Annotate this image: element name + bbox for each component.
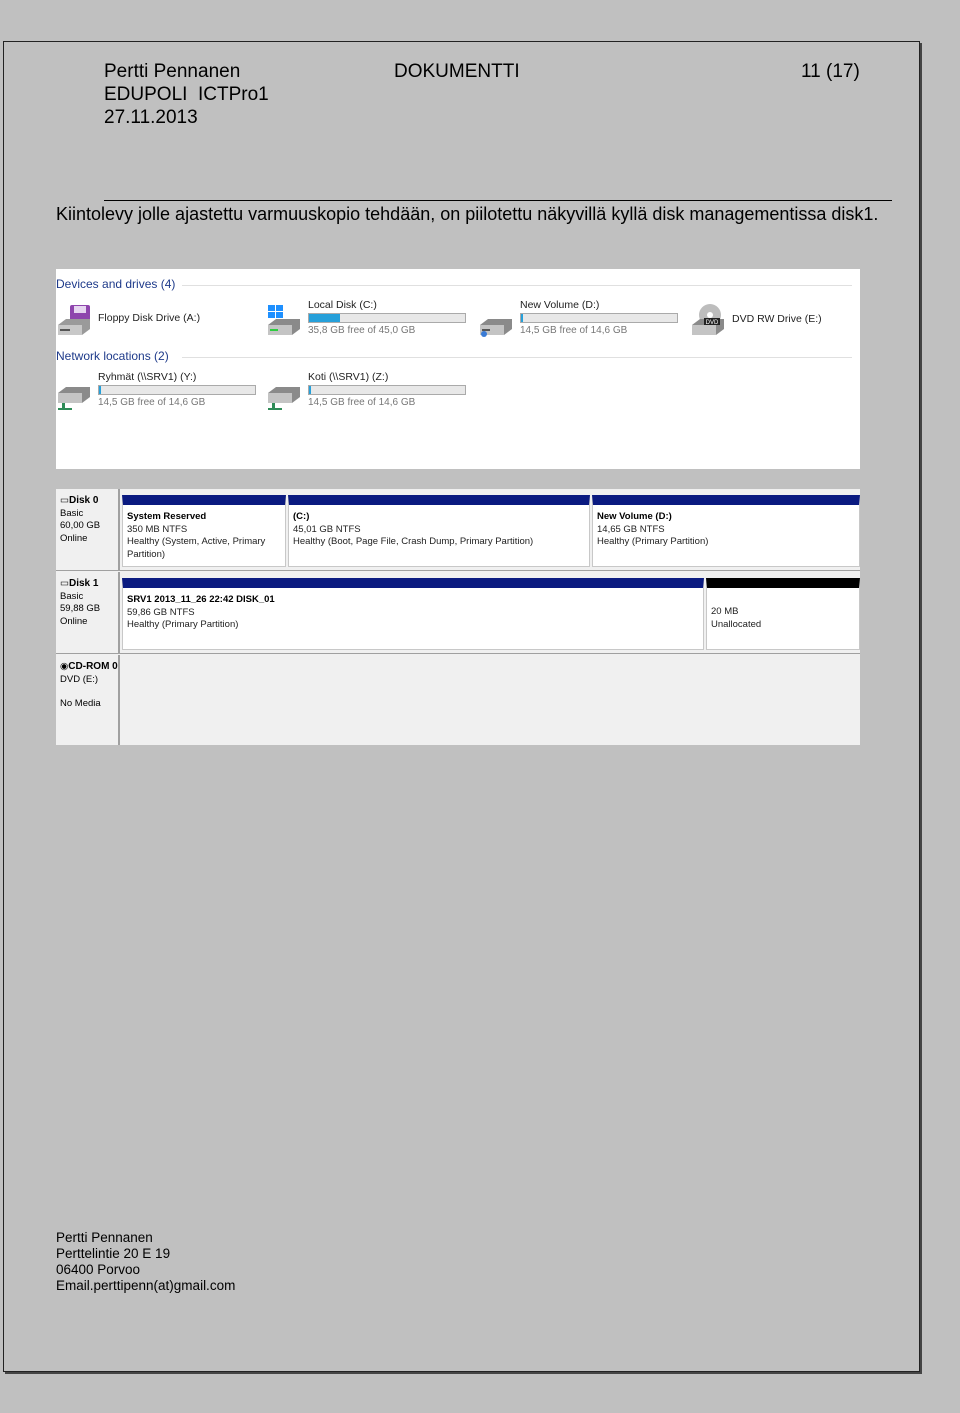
partition-status: Healthy (Primary Partition) <box>597 536 709 547</box>
network-drive-icon <box>268 387 300 410</box>
network-drive-z[interactable]: Koti (\\SRV1) (Z:) 14,5 GB free of 14,6 … <box>266 371 476 415</box>
partition-c[interactable]: (C:) 45,01 GB NTFS Healthy (Boot, Page F… <box>288 495 590 567</box>
header-org: EDUPOLI ICTPro1 <box>104 84 269 105</box>
footer-email: Email.perttipenn(at)gmail.com <box>56 1278 236 1293</box>
header-author: Pertti Pennanen <box>104 61 241 82</box>
partition-status: Healthy (Boot, Page File, Crash Dump, Pr… <box>293 536 534 547</box>
disk-info-0: ▭Disk 0 Basic 60,00 GB Online <box>56 489 120 570</box>
drive-free-space: 35,8 GB free of 45,0 GB <box>308 325 416 336</box>
partition-size: 59,86 GB NTFS <box>127 606 195 618</box>
partition-new-volume-d[interactable]: New Volume (D:) 14,65 GB NTFS Healthy (P… <box>592 495 860 567</box>
drive-name: New Volume (D:) <box>520 299 600 311</box>
disk-name: Disk 1 <box>68 578 99 589</box>
partition-title: System Reserved <box>127 511 207 522</box>
partition-system-reserved[interactable]: System Reserved 350 MB NTFS Healthy (Sys… <box>122 495 286 567</box>
partition-srv1-backup[interactable]: SRV1 2013_11_26 22:42 DISK_01 59,86 GB N… <box>122 578 704 650</box>
network-heading: Network locations (2) <box>56 349 169 363</box>
disk-status: Online <box>60 615 88 627</box>
disk-name: Disk 0 <box>68 495 99 506</box>
disk-row-0[interactable]: ▭Disk 0 Basic 60,00 GB Online System Res… <box>56 489 860 571</box>
partition-title: (C:) <box>293 511 310 522</box>
footer-street: Perttelintie 20 E 19 <box>56 1246 171 1261</box>
partition-size: 20 MB <box>711 606 739 617</box>
disk-status: No Media <box>60 698 101 709</box>
drive-usage-fill <box>521 314 523 322</box>
network-drive-icon <box>58 387 90 410</box>
dvd-badge: DVD <box>706 320 719 326</box>
drive-usage-fill <box>309 314 341 322</box>
drive-name: DVD RW Drive (E:) <box>732 313 822 325</box>
document-page: Pertti Pennanen EDUPOLI ICTPro1 27.11.20… <box>3 41 920 1372</box>
header-page-number: 11 (17) <box>801 61 860 82</box>
partition-status: Healthy (System, Active, Primary Partiti… <box>127 536 266 560</box>
floppy-icon <box>58 305 90 335</box>
disk-management-screenshot: ▭Disk 0 Basic 60,00 GB Online System Res… <box>56 489 860 745</box>
disk-name: CD-ROM 0 <box>68 661 118 672</box>
drive-name: Ryhmät (\\SRV1) (Y:) <box>98 371 197 383</box>
disk-icon: ▭ <box>60 495 69 506</box>
disk-row-cdrom[interactable]: ◉CD-ROM 0 DVD (E:) No Media <box>56 655 860 745</box>
disk-size: 60,00 GB <box>60 520 101 531</box>
partition-status: Healthy (Primary Partition) <box>127 619 239 630</box>
drive-local-c[interactable]: Local Disk (C:) 35,8 GB free of 45,0 GB <box>266 299 476 343</box>
disk-size: 59,88 GB <box>60 603 101 614</box>
drive-usage-fill <box>99 386 101 394</box>
drive-new-volume-d[interactable]: New Volume (D:) 14,5 GB free of 14,6 GB <box>478 299 688 343</box>
drive-usage-bar <box>308 385 466 395</box>
drive-usage-fill <box>309 386 311 394</box>
partition-title: New Volume (D:) <box>597 511 672 522</box>
dvd-icon: DVD <box>692 304 724 335</box>
partition-status: Unallocated <box>711 618 762 630</box>
drive-name: Local Disk (C:) <box>308 299 377 311</box>
partition-size: 14,65 GB NTFS <box>597 523 665 535</box>
network-drive-y[interactable]: Ryhmät (\\SRV1) (Y:) 14,5 GB free of 14,… <box>56 371 266 415</box>
header-date: 27.11.2013 <box>104 107 198 128</box>
drive-free-space: 14,5 GB free of 14,6 GB <box>308 397 416 408</box>
windows-drive-icon <box>268 305 300 335</box>
drive-icon <box>480 319 512 337</box>
disk-status: Online <box>60 532 88 544</box>
header-doc-type: DOKUMENTTI <box>394 61 520 82</box>
footer-contact: Pertti Pennanen Perttelintie 20 E 19 064… <box>56 1230 235 1294</box>
drive-dvd-e[interactable]: DVD DVD RW Drive (E:) <box>690 299 860 343</box>
explorer-screenshot: Devices and drives (4) Floppy Disk Drive… <box>56 269 860 469</box>
devices-heading: Devices and drives (4) <box>56 277 176 291</box>
drive-usage-bar <box>308 313 466 323</box>
drive-usage-bar <box>520 313 678 323</box>
body-paragraph: Kiintolevy jolle ajastettu varmuuskopio … <box>56 204 879 224</box>
drive-free-space: 14,5 GB free of 14,6 GB <box>98 397 206 408</box>
disk-type: DVD (E:) <box>60 673 98 685</box>
drive-name: Koti (\\SRV1) (Z:) <box>308 371 389 383</box>
disk-type: Basic <box>60 590 84 602</box>
disk-type: Basic <box>60 507 84 519</box>
drive-free-space: 14,5 GB free of 14,6 GB <box>520 325 628 336</box>
devices-divider <box>182 285 852 286</box>
partition-size: 350 MB NTFS <box>127 523 188 535</box>
header-left: Pertti Pennanen EDUPOLI ICTPro1 27.11.20… <box>104 60 269 129</box>
footer-city: 06400 Porvoo <box>56 1262 141 1277</box>
disk-info-cdrom: ◉CD-ROM 0 DVD (E:) No Media <box>56 655 120 745</box>
drive-name: Floppy Disk Drive (A:) <box>98 312 201 324</box>
partition-unallocated[interactable]: 20 MB Unallocated <box>706 578 860 650</box>
disk-icon: ▭ <box>60 578 69 589</box>
partition-size: 45,01 GB NTFS <box>293 523 361 535</box>
drive-usage-bar <box>98 385 256 395</box>
network-divider <box>182 357 852 358</box>
partition-title: SRV1 2013_11_26 22:42 DISK_01 <box>127 594 275 605</box>
drive-floppy[interactable]: Floppy Disk Drive (A:) <box>56 299 256 343</box>
footer-name: Pertti Pennanen <box>56 1230 153 1245</box>
disk-info-1: ▭Disk 1 Basic 59,88 GB Online <box>56 572 120 653</box>
disk-row-1[interactable]: ▭Disk 1 Basic 59,88 GB Online SRV1 2013_… <box>56 572 860 654</box>
